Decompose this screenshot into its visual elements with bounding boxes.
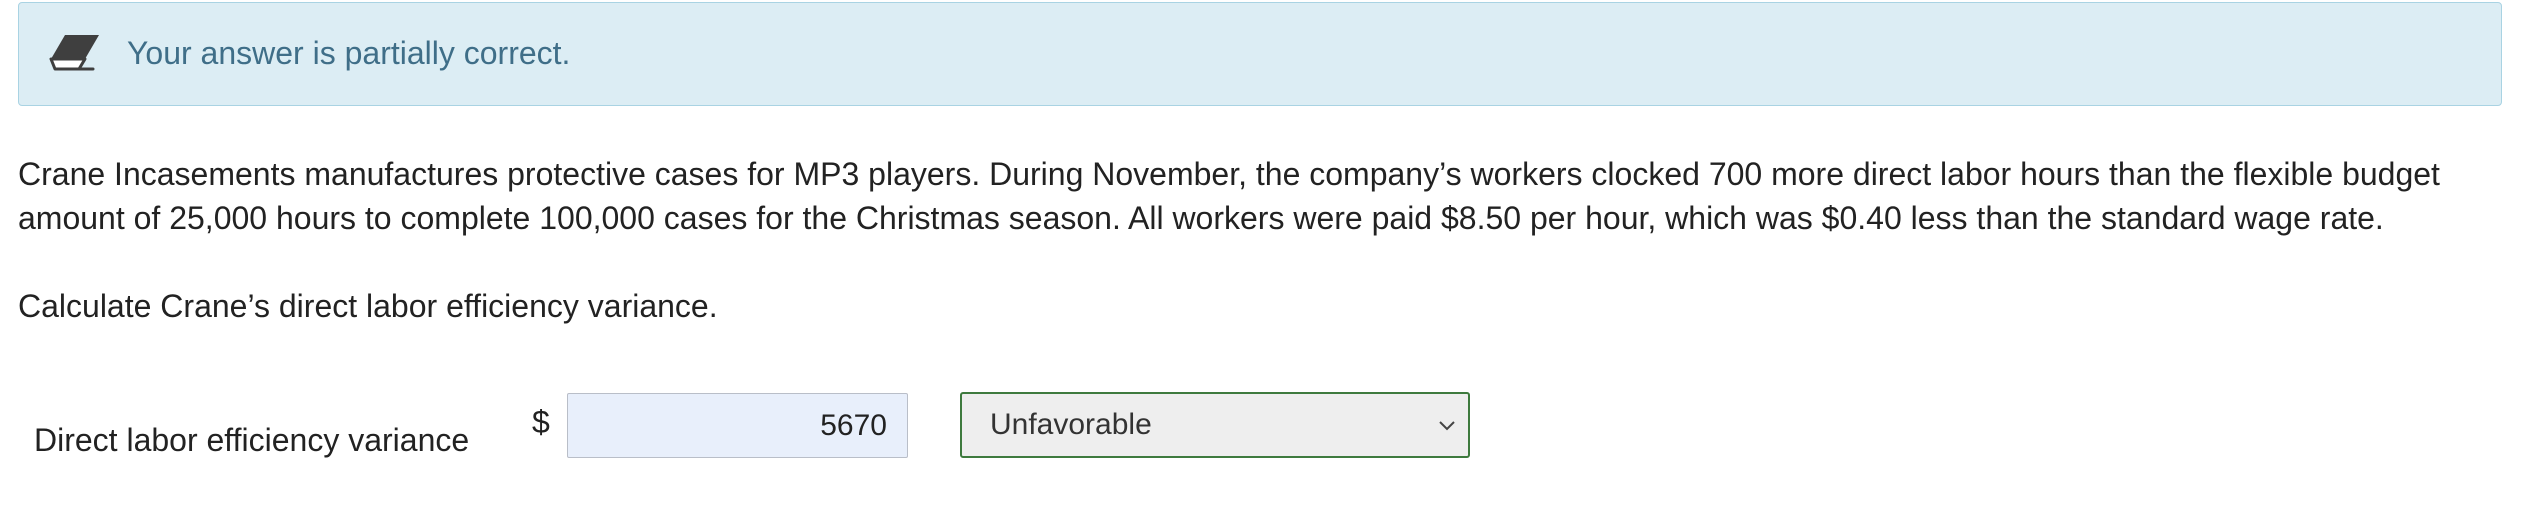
feedback-message: Your answer is partially correct.: [127, 35, 571, 71]
variance-type-select[interactable]: Unfavorable: [960, 392, 1470, 458]
chevron-down-icon: [1439, 421, 1455, 431]
eraser-icon: [49, 35, 99, 71]
amount-input[interactable]: [567, 393, 908, 458]
answer-row-label: Direct labor efficiency variance: [34, 422, 470, 458]
question-text: Crane Incasements manufactures protectiv…: [18, 156, 2440, 236]
feedback-banner: Your answer is partially correct.: [18, 2, 2502, 106]
question-prompt: Calculate Crane’s direct labor efficienc…: [18, 288, 718, 324]
currency-symbol: $: [532, 404, 550, 440]
page: Your answer is partially correct. Crane …: [0, 0, 2540, 524]
select-value: Unfavorable: [990, 408, 1152, 441]
